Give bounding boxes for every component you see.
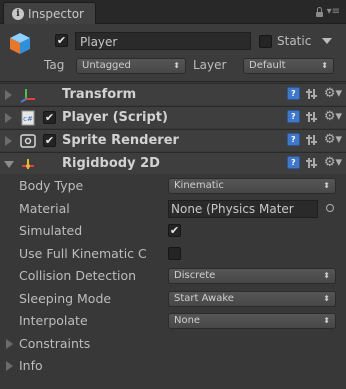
component-title: Transform — [62, 87, 137, 102]
component-title: Rigidbody 2D — [62, 156, 160, 171]
prop-material: Material None (Physics Mater — [0, 198, 346, 220]
foldout-info[interactable]: Info — [0, 355, 346, 377]
component-sprite-renderer[interactable]: Sprite Renderer ? ⚙▾ — [0, 129, 346, 151]
interpolate-value: None — [174, 315, 201, 326]
collision-detection-dropdown[interactable]: Discrete ⬍ — [168, 268, 336, 284]
layer-value: Default — [249, 60, 286, 71]
gameobject-cube-icon[interactable] — [8, 31, 32, 55]
gear-icon[interactable]: ⚙▾ — [324, 87, 342, 100]
info-icon: i — [12, 7, 24, 20]
simulated-checkbox[interactable] — [168, 224, 181, 237]
updown-icon: ⬍ — [323, 294, 330, 303]
sleeping-mode-value: Start Awake — [174, 293, 234, 304]
sleeping-mode-dropdown[interactable]: Start Awake ⬍ — [168, 291, 336, 307]
foldout-arrow-icon[interactable] — [5, 90, 12, 100]
foldout-arrow-icon[interactable] — [5, 113, 12, 123]
preset-icon[interactable] — [305, 157, 318, 169]
help-book-icon[interactable]: ? — [286, 110, 300, 123]
interpolate-label: Interpolate — [19, 313, 88, 328]
menu-icon[interactable]: ▾≡ — [327, 6, 340, 17]
enabled-checkbox[interactable] — [43, 134, 56, 147]
name-field[interactable]: Player — [75, 32, 251, 50]
tab-tools: ▾≡ — [315, 6, 340, 17]
simulated-label: Simulated — [19, 223, 83, 238]
help-book-icon[interactable]: ? — [286, 133, 300, 146]
updown-icon: ⬍ — [321, 61, 328, 70]
lock-icon[interactable] — [315, 6, 323, 17]
svg-text:c#: c# — [23, 115, 33, 123]
script-icon: c# — [21, 110, 35, 126]
material-label: Material — [19, 201, 70, 216]
info-label: Info — [19, 358, 43, 373]
gameobject-header: Player Static Tag Untagged ⬍ Layer Defau… — [0, 24, 346, 82]
gear-icon[interactable]: ⚙▾ — [324, 156, 342, 169]
static-dropdown-icon[interactable] — [322, 38, 333, 44]
rigidbody2d-icon — [22, 159, 34, 169]
tab-inspector[interactable]: i Inspector — [3, 2, 96, 24]
updown-icon: ⬍ — [323, 271, 330, 280]
tag-dropdown[interactable]: Untagged ⬍ — [76, 58, 186, 74]
component-title: Sprite Renderer — [62, 133, 179, 148]
tab-inspector-label: Inspector — [28, 6, 84, 21]
preset-icon[interactable] — [305, 111, 318, 123]
static-toggle[interactable]: Static — [259, 34, 333, 48]
collision-detection-value: Discrete — [174, 270, 216, 281]
material-field[interactable]: None (Physics Mater — [168, 200, 318, 218]
constraints-label: Constraints — [19, 336, 91, 351]
help-book-icon[interactable]: ? — [286, 156, 300, 169]
body-type-label: Body Type — [19, 178, 84, 193]
updown-icon: ⬍ — [323, 181, 330, 190]
preset-icon[interactable] — [305, 134, 318, 146]
inspector-tab-bar: i Inspector ▾≡ — [0, 0, 346, 24]
foldout-arrow-icon[interactable] — [4, 161, 14, 168]
foldout-arrow-icon[interactable] — [5, 136, 12, 146]
layer-label: Layer — [193, 58, 227, 72]
object-picker-icon[interactable] — [326, 204, 334, 212]
transform-icon — [20, 89, 35, 103]
prop-body-type: Body Type Kinematic ⬍ — [0, 175, 346, 197]
full-kinematic-checkbox[interactable] — [168, 247, 181, 260]
active-checkbox[interactable] — [55, 34, 68, 47]
foldout-constraints[interactable]: Constraints — [0, 333, 346, 355]
gear-icon[interactable]: ⚙▾ — [324, 133, 342, 146]
body-type-dropdown[interactable]: Kinematic ⬍ — [168, 178, 336, 194]
enabled-checkbox[interactable] — [43, 111, 56, 124]
tag-label: Tag — [44, 58, 65, 72]
layer-dropdown[interactable]: Default ⬍ — [243, 58, 334, 74]
preset-icon[interactable] — [305, 88, 318, 100]
prop-sleeping-mode: Sleeping Mode Start Awake ⬍ — [0, 288, 346, 310]
component-title: Player (Script) — [62, 110, 168, 125]
prop-interpolate: Interpolate None ⬍ — [0, 310, 346, 332]
static-label: Static — [277, 34, 312, 48]
component-player-script[interactable]: c# Player (Script) ? ⚙▾ — [0, 106, 346, 128]
updown-icon: ⬍ — [323, 316, 330, 325]
foldout-arrow-icon[interactable] — [6, 361, 13, 371]
sleeping-mode-label: Sleeping Mode — [19, 291, 112, 306]
component-transform[interactable]: Transform ? ⚙▾ — [0, 83, 346, 105]
interpolate-dropdown[interactable]: None ⬍ — [168, 313, 336, 329]
updown-icon: ⬍ — [173, 61, 180, 70]
prop-simulated: Simulated — [0, 220, 346, 242]
foldout-arrow-icon[interactable] — [6, 339, 13, 349]
component-rigidbody2d[interactable]: Rigidbody 2D ? ⚙▾ — [0, 152, 346, 174]
prop-use-full-kinematic: Use Full Kinematic C — [0, 243, 346, 265]
body-type-value: Kinematic — [174, 180, 224, 191]
prop-collision-detection: Collision Detection Discrete ⬍ — [0, 265, 346, 287]
full-kinematic-label: Use Full Kinematic C — [19, 246, 147, 261]
sprite-renderer-icon — [20, 134, 36, 148]
tag-value: Untagged — [82, 60, 131, 71]
help-book-icon[interactable]: ? — [286, 87, 300, 100]
static-checkbox[interactable] — [259, 34, 272, 48]
collision-detection-label: Collision Detection — [19, 268, 137, 283]
gear-icon[interactable]: ⚙▾ — [324, 110, 342, 123]
